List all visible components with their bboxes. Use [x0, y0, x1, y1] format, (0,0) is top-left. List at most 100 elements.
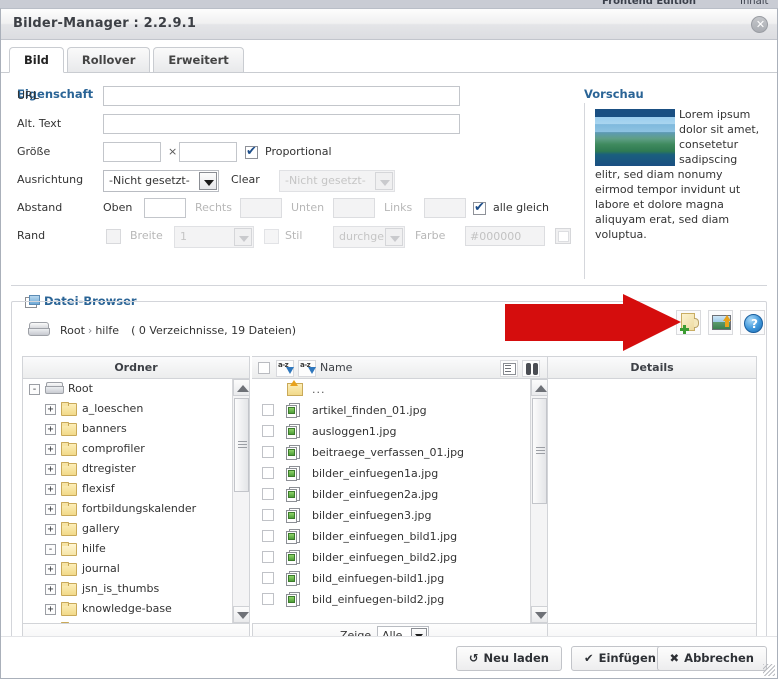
tree-toggle-icon[interactable]: +: [45, 524, 56, 535]
tree-item-gallery[interactable]: +gallery: [23, 519, 233, 539]
tree-item-flexisf[interactable]: +flexisf: [23, 479, 233, 499]
resize-grip[interactable]: [763, 664, 775, 676]
file-checkbox[interactable]: [262, 530, 274, 542]
scroll-down-button[interactable]: [531, 606, 548, 623]
breadcrumb-current[interactable]: hilfe: [95, 324, 119, 337]
tree-item-hilfe[interactable]: -hilfe: [23, 539, 233, 559]
row-spacing: Abstand Oben Rechts Unten Links alle gle…: [13, 195, 573, 223]
file-checkbox[interactable]: [262, 572, 274, 584]
scroll-up-button[interactable]: [531, 379, 548, 396]
row-alignment: Ausrichtung -Nicht gesetzt- Clear -Nicht…: [13, 167, 573, 195]
hard-drive-icon: [28, 322, 50, 338]
tree-item-journal[interactable]: + journal: [23, 559, 233, 579]
row-url: URL: [13, 83, 573, 111]
scroll-up-button[interactable]: [233, 379, 250, 396]
file-row[interactable]: bilder_einfuegen3.jpg: [252, 505, 530, 526]
file-checkbox[interactable]: [262, 551, 274, 563]
tree-item-kontakt[interactable]: +kontakt: [23, 619, 233, 623]
tree-toggle-icon[interactable]: +: [45, 464, 56, 475]
tree-toggle-icon[interactable]: +: [45, 584, 56, 595]
tree-item-jsn-is-thumbs[interactable]: +jsn_is_thumbs: [23, 579, 233, 599]
new-folder-button[interactable]: [676, 310, 701, 335]
tree-item-dtregister[interactable]: +dtregister: [23, 459, 233, 479]
row-border: Rand Breite 1 Stil durchgeh. Farbe: [13, 223, 573, 251]
select-all-checkbox[interactable]: [258, 362, 270, 374]
alt-text-input[interactable]: [103, 114, 460, 134]
tree-item-fortbildungskalender[interactable]: +fortbildungskalender: [23, 499, 233, 519]
tree-toggle-icon[interactable]: +: [45, 604, 56, 615]
file-row[interactable]: bild_einfuegen-bild2.jpg: [252, 589, 530, 610]
parent-folder-row[interactable]: ...: [252, 379, 530, 400]
scrollbar-thumb[interactable]: [234, 398, 249, 492]
file-row[interactable]: bilder_einfuegen_bild2.jpg: [252, 547, 530, 568]
tree-toggle-icon[interactable]: +: [45, 484, 56, 495]
file-checkbox[interactable]: [262, 593, 274, 605]
tree-toggle-icon[interactable]: +: [45, 504, 56, 515]
file-row[interactable]: ausloggen1.jpg: [252, 421, 530, 442]
tree-toggle-icon[interactable]: +: [45, 404, 56, 415]
tree-item-a-loeschen[interactable]: +a_loeschen: [23, 399, 233, 419]
folder-tree-scrollbar[interactable]: [232, 379, 249, 623]
tab-bild[interactable]: Bild: [9, 47, 64, 73]
sort-za-icon[interactable]: a-z: [298, 360, 316, 377]
tree-toggle-icon[interactable]: +: [45, 424, 56, 435]
tree-item-banners[interactable]: +banners: [23, 419, 233, 439]
insert-button[interactable]: ✔Einfügen: [571, 646, 669, 671]
scroll-down-button[interactable]: [233, 606, 250, 623]
file-checkbox[interactable]: [262, 467, 274, 479]
all-equal-checkbox[interactable]: [473, 202, 486, 215]
binoculars-icon[interactable]: [522, 360, 540, 377]
tree-toggle-icon[interactable]: +: [45, 444, 56, 455]
file-row[interactable]: beitraege_verfassen_01.jpg: [252, 442, 530, 463]
column-header-details-label: Details: [548, 361, 756, 374]
file-row[interactable]: bilder_einfuegen2a.jpg: [252, 484, 530, 505]
new-folder-icon: [680, 313, 699, 333]
tree-item-label: journal: [82, 562, 120, 575]
file-checkbox[interactable]: [262, 488, 274, 500]
breadcrumb-root[interactable]: Root: [60, 324, 85, 337]
sort-az-icon[interactable]: a-z: [276, 360, 294, 377]
size-height-input[interactable]: [179, 142, 237, 162]
proportional-checkbox[interactable]: [245, 146, 258, 159]
size-width-input[interactable]: [103, 142, 161, 162]
file-row[interactable]: bilder_einfuegen1a.jpg: [252, 463, 530, 484]
chevron-down-icon: [375, 172, 393, 190]
tree-item-comprofiler[interactable]: +comprofiler: [23, 439, 233, 459]
file-checkbox[interactable]: [262, 509, 274, 521]
file-row[interactable]: bild_einfuegen-bild1.jpg: [252, 568, 530, 589]
help-icon: ?: [744, 314, 763, 333]
reload-button[interactable]: ↺Neu laden: [456, 646, 562, 671]
preview-content: Lorem ipsum dolor sit amet, consetetur s…: [584, 103, 768, 279]
file-name-label: bilder_einfuegen_bild2.jpg: [312, 547, 457, 568]
upload-image-button[interactable]: [708, 310, 733, 335]
alignment-select[interactable]: -Nicht gesetzt-: [103, 170, 219, 192]
tree-item-label: Root: [68, 382, 93, 395]
tree-item-knowledge-base[interactable]: +knowledge-base: [23, 599, 233, 619]
scrollbar-thumb[interactable]: [532, 398, 547, 504]
list-view-icon[interactable]: [500, 360, 518, 377]
file-checkbox[interactable]: [262, 425, 274, 437]
file-checkbox[interactable]: [262, 446, 274, 458]
spacing-top-input[interactable]: [144, 198, 186, 218]
cancel-button[interactable]: ✖Abbrechen: [657, 646, 767, 671]
file-name-label: ausloggen1.jpg: [312, 421, 396, 442]
file-list[interactable]: ...artikel_finden_01.jpgausloggen1.jpgbe…: [252, 378, 548, 624]
breadcrumb: Root›hilfe( 0 Verzeichnisse, 19 Dateien): [60, 324, 296, 337]
tree-toggle-icon[interactable]: -: [45, 544, 56, 555]
tab-rollover[interactable]: Rollover: [67, 47, 151, 72]
clear-label: Clear: [231, 173, 260, 186]
file-row[interactable]: bilder_einfuegen_bild1.jpg: [252, 526, 530, 547]
image-file-icon: [286, 508, 301, 523]
folder-tree[interactable]: - Root +a_loeschen+banners+comprofiler+dtr…: [22, 378, 250, 624]
tab-erweitert[interactable]: Erweitert: [153, 47, 243, 72]
close-icon[interactable]: ✕: [751, 16, 768, 33]
tree-toggle-icon[interactable]: +: [45, 564, 56, 575]
file-list-scrollbar[interactable]: [530, 379, 547, 623]
url-input[interactable]: [103, 86, 460, 106]
tree-toggle-icon[interactable]: -: [29, 384, 40, 395]
file-row[interactable]: artikel_finden_01.jpg: [252, 400, 530, 421]
help-button[interactable]: ?: [740, 310, 765, 335]
file-checkbox[interactable]: [262, 404, 274, 416]
tree-item-root[interactable]: - Root: [23, 379, 233, 399]
image-file-icon: [286, 529, 301, 544]
